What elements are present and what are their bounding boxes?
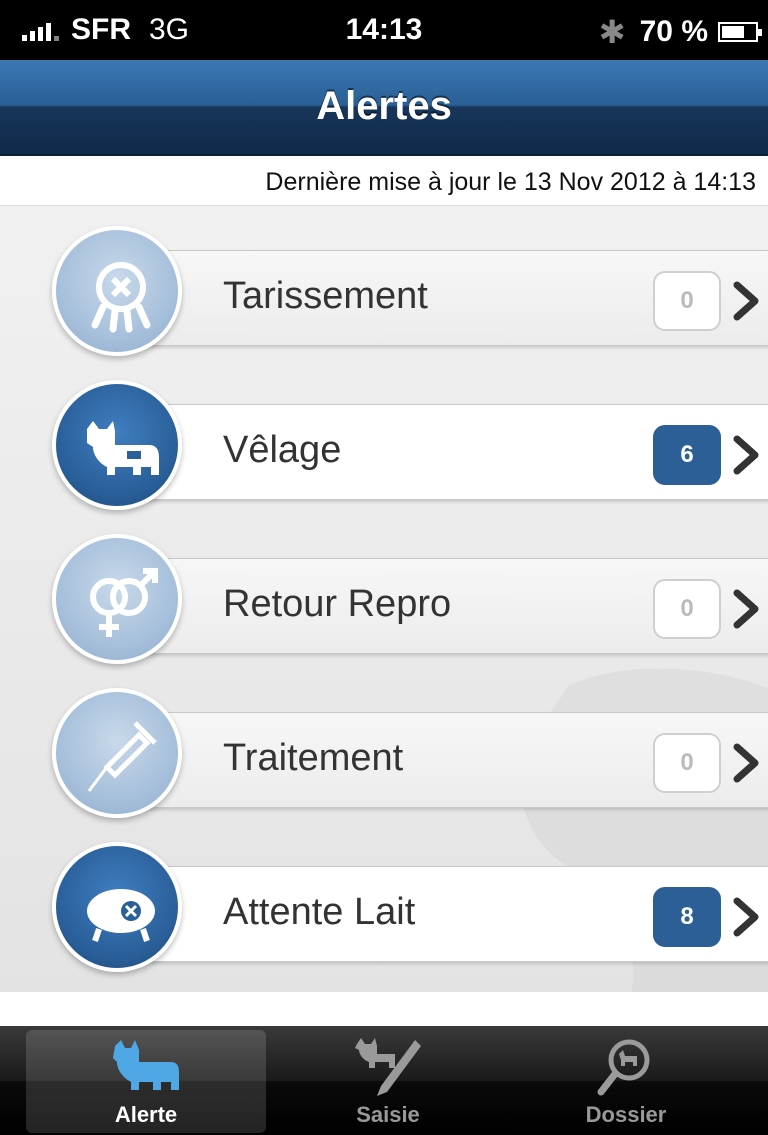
gender-icon: [52, 534, 182, 664]
page-title: Alertes: [316, 84, 452, 128]
alert-label: Vêlage: [223, 429, 342, 471]
navigation-bar: Alertes: [0, 60, 768, 156]
alert-card[interactable]: Vêlage 6: [112, 404, 768, 500]
alert-row-tarissement[interactable]: Tarissement 0: [52, 226, 768, 356]
alert-card[interactable]: Tarissement 0: [112, 250, 768, 346]
alert-label: Tarissement: [223, 275, 428, 317]
cow-tab-icon: [113, 1040, 179, 1090]
battery-icon: [718, 22, 762, 42]
syringe-icon: [52, 688, 182, 818]
alert-count-badge: 6: [653, 425, 721, 485]
alert-row-retour-repro[interactable]: Retour Repro 0: [52, 534, 768, 664]
alert-row-attente-lait[interactable]: Attente Lait 8: [52, 842, 768, 972]
alert-count-badge: 0: [653, 271, 721, 331]
battery-percent: 70 %: [639, 15, 708, 48]
tab-bar: Alerte Saisie Dossier: [0, 1026, 768, 1135]
alert-row-traitement[interactable]: Traitement 0: [52, 688, 768, 818]
alert-row-velage[interactable]: Vêlage 6: [52, 380, 768, 510]
chevron-right-icon: [733, 897, 759, 937]
alert-card[interactable]: Retour Repro 0: [112, 558, 768, 654]
status-right: ✱ 70 %: [598, 13, 762, 51]
tab-label: Alerte: [114, 1102, 178, 1127]
status-bar: SFR 3G 14:13 ✱ 70 %: [0, 0, 768, 60]
chevron-right-icon: [733, 435, 759, 475]
alert-count-badge: 0: [653, 733, 721, 793]
alert-list[interactable]: Tarissement 0 Vêlage 6 Retour Repro 0 Tr…: [0, 206, 768, 992]
alert-card[interactable]: Traitement 0: [112, 712, 768, 808]
tab-saisie[interactable]: Saisie: [268, 1030, 508, 1133]
chevron-right-icon: [733, 589, 759, 629]
tab-dossier[interactable]: Dossier: [506, 1030, 746, 1133]
alert-count-badge: 8: [653, 887, 721, 947]
chevron-right-icon: [733, 743, 759, 783]
tab-label: Dossier: [585, 1102, 667, 1127]
alert-label: Traitement: [223, 737, 404, 779]
alert-label: Retour Repro: [223, 583, 452, 625]
last-update-bar: Dernière mise à jour le 13 Nov 2012 à 14…: [0, 156, 768, 206]
cow-pen-icon: [355, 1038, 421, 1096]
tab-label: Saisie: [356, 1102, 420, 1127]
milk-tank-icon: [52, 842, 182, 972]
bluetooth-icon: ✱: [598, 14, 626, 50]
tab-alerte[interactable]: Alerte: [26, 1030, 266, 1133]
udder-icon: [52, 226, 182, 356]
chevron-right-icon: [733, 281, 759, 321]
cow-icon: [52, 380, 182, 510]
alert-card[interactable]: Attente Lait 8: [112, 866, 768, 962]
search-cow-icon: [597, 1039, 650, 1096]
last-update-text: Dernière mise à jour le 13 Nov 2012 à 14…: [265, 168, 756, 196]
alert-label: Attente Lait: [223, 891, 416, 933]
alert-count-badge: 0: [653, 579, 721, 639]
